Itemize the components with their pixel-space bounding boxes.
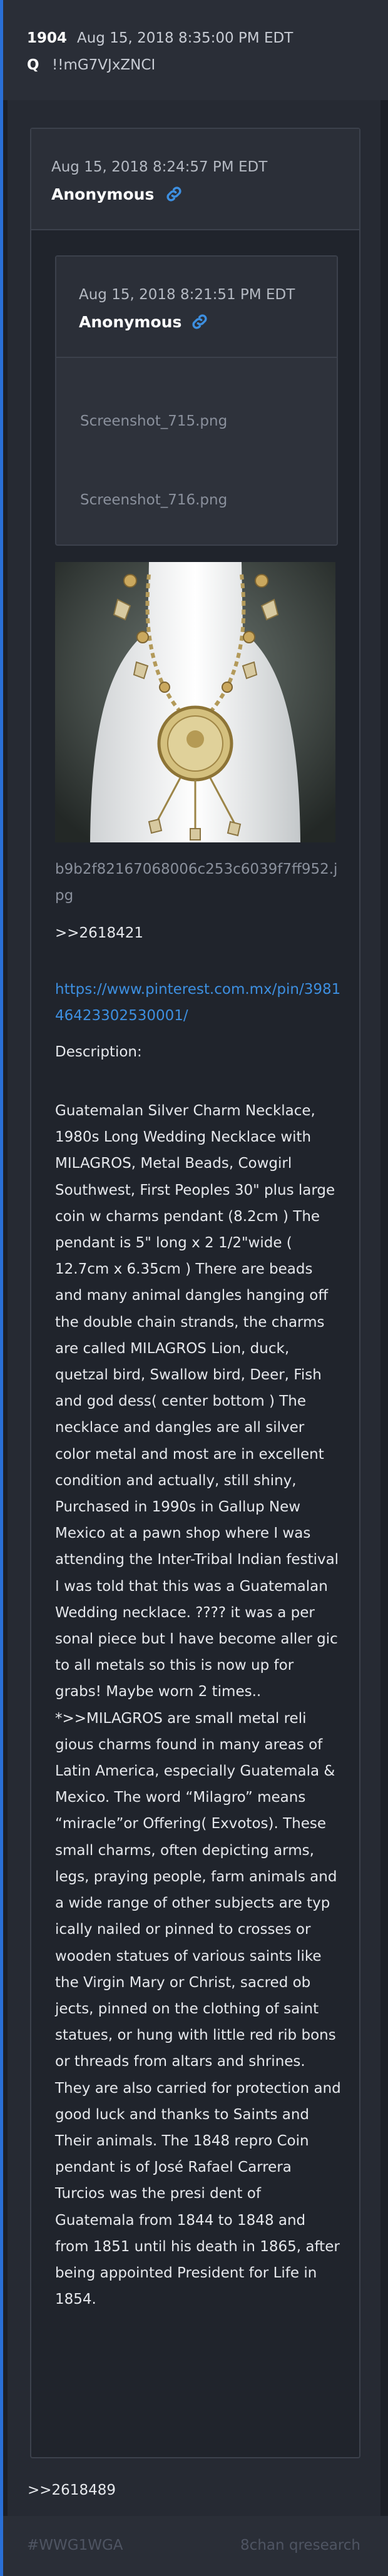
link-icon[interactable] bbox=[189, 312, 210, 332]
quoted-post: Aug 15, 2018 8:24:57 PM EDT Anonymous Au… bbox=[30, 128, 360, 2458]
q-post-page: 1904 Aug 15, 2018 8:35:00 PM EDT Q !!mG7… bbox=[0, 0, 388, 2576]
board-name: 8chan qresearch bbox=[240, 2537, 360, 2553]
quoted-post-header: Aug 15, 2018 8:24:57 PM EDT Anonymous bbox=[31, 129, 359, 230]
author-name: Q bbox=[27, 57, 39, 73]
quoted-post-author: Anonymous bbox=[51, 185, 155, 203]
post-number: 1904 bbox=[27, 30, 68, 46]
hashtag: #WWG1WGA bbox=[27, 2537, 123, 2553]
link-icon[interactable] bbox=[163, 184, 185, 204]
accent-bar bbox=[0, 0, 3, 2576]
reply-link[interactable]: >>2618489 bbox=[28, 2482, 116, 2498]
necklace-photo[interactable] bbox=[55, 562, 335, 842]
tripcode: !!mG7VJxZNCI bbox=[52, 57, 156, 73]
attachment-filename[interactable]: Screenshot_716.png bbox=[80, 492, 227, 508]
description-label: Description: bbox=[55, 1044, 142, 1060]
nested-post-date: Aug 15, 2018 8:21:51 PM EDT bbox=[79, 287, 295, 303]
reply-link[interactable]: >>2618421 bbox=[55, 925, 143, 941]
nested-post-author: Anonymous bbox=[79, 313, 182, 331]
attachment-filename[interactable]: Screenshot_715.png bbox=[80, 413, 227, 429]
post-footer: #WWG1WGA 8chan qresearch bbox=[3, 2516, 388, 2576]
description-text: Guatemalan Silver Charm Necklace, 1980s … bbox=[55, 1103, 341, 2308]
image-filename[interactable]: b9b2f82167068006c253c6039f7ff952.jpg bbox=[55, 856, 343, 909]
quoted-post-date: Aug 15, 2018 8:24:57 PM EDT bbox=[51, 159, 268, 175]
nested-post-header: Aug 15, 2018 8:21:51 PM EDT Anonymous bbox=[56, 257, 337, 358]
nested-quoted-post: Aug 15, 2018 8:21:51 PM EDT Anonymous Sc… bbox=[55, 255, 338, 546]
external-link[interactable]: https://www.pinterest.com.mx/pin/3981464… bbox=[55, 976, 343, 1029]
post-header: 1904 Aug 15, 2018 8:35:00 PM EDT Q !!mG7… bbox=[3, 0, 388, 100]
post-date: Aug 15, 2018 8:35:00 PM EDT bbox=[77, 30, 294, 46]
